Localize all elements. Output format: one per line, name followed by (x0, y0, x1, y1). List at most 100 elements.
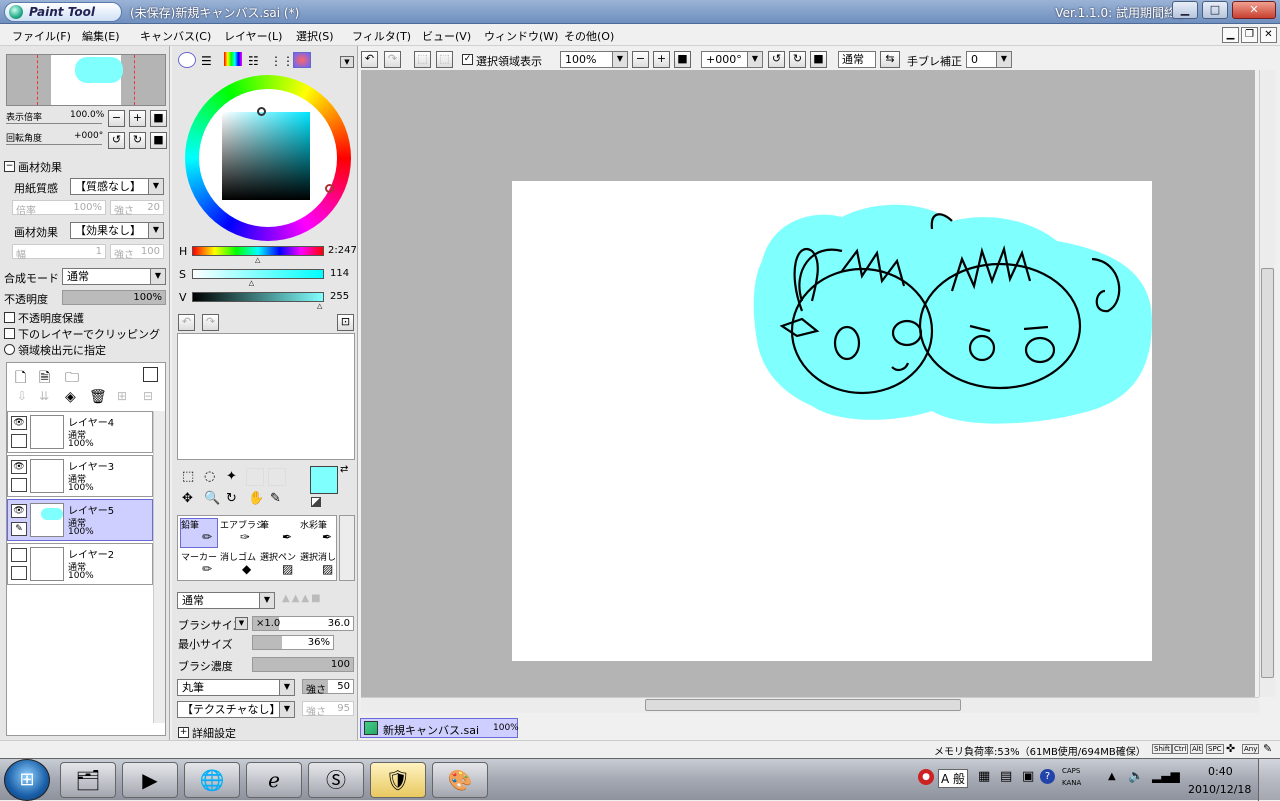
mdi-minimize-button[interactable]: ▁ (1222, 27, 1239, 43)
scratchpad[interactable] (177, 333, 355, 460)
network-taskbar-icon[interactable]: 🌐 (184, 762, 240, 798)
rotate-right-button[interactable]: ↻ (129, 132, 146, 149)
scratch-menu-button[interactable]: ⊡ (337, 314, 354, 331)
texture-strength-slider[interactable]: 強さ 20 (110, 200, 164, 217)
zoom-out-button[interactable]: − (108, 110, 125, 127)
help-icon[interactable]: ? (1040, 769, 1055, 784)
layer-item-selected[interactable]: 👁 ✎ レイヤー5 通常 100% (7, 499, 153, 541)
zoom-in-button[interactable]: + (129, 110, 146, 127)
tool-scrollbar[interactable] (339, 515, 355, 581)
paper-effect-select[interactable]: 【効果なし】 ▼ (70, 222, 164, 239)
network-signal-icon[interactable]: ▂▄▆ (1152, 769, 1180, 783)
brush-mode-select[interactable]: 通常 ▼ (177, 592, 275, 609)
move-icon[interactable]: ✥ (182, 491, 193, 506)
layer-item[interactable]: レイヤー2 通常 100% (7, 543, 153, 585)
lock-toggle[interactable] (11, 434, 27, 448)
mdi-restore-button[interactable]: ❐ (1241, 27, 1258, 43)
horizontal-scrollbar[interactable] (361, 697, 1259, 713)
advanced-settings-label[interactable]: 詳細設定 (192, 725, 236, 741)
color-rgb-tab[interactable]: ☰ (201, 54, 212, 68)
saturation-value-square[interactable] (222, 107, 310, 200)
ie-taskbar-icon[interactable]: ℯ (246, 762, 302, 798)
hand-icon[interactable]: ✋ (248, 491, 264, 506)
canvas-blend-select[interactable]: 通常 (838, 51, 876, 68)
menu-filter[interactable]: フィルタ(T) (352, 28, 411, 44)
color-swatch-tab[interactable]: ⋮⋮ (270, 54, 294, 68)
brush-shape-select[interactable]: 丸筆 ▼ (177, 679, 295, 696)
color-wheel-tab[interactable] (178, 52, 196, 68)
eye-icon[interactable]: 👁 (11, 460, 27, 474)
horizontal-scroll-thumb[interactable] (645, 699, 961, 711)
lock-toggle[interactable] (11, 566, 27, 580)
canvas-tab[interactable]: 新規キャンバス.sai 100% (360, 718, 519, 738)
paper-texture-select[interactable]: 【質感なし】 ▼ (70, 178, 164, 195)
rotation-slider[interactable] (6, 144, 102, 145)
canvas-zoom-select[interactable]: 100% ▼ (560, 51, 628, 68)
hue-slider[interactable]: △ (192, 246, 324, 264)
eyedropper-icon[interactable]: ✎ (270, 491, 281, 506)
stabilizer-select[interactable]: 0 ▼ (966, 51, 1012, 68)
show-desktop-button[interactable] (1258, 759, 1280, 801)
skype-taskbar-icon[interactable]: Ⓢ (308, 762, 364, 798)
new-linked-layer-icon[interactable]: 🗎 (39, 367, 50, 391)
rotate-reset-button[interactable]: ■ (150, 132, 167, 149)
pencil-icon[interactable]: ✎ (11, 522, 27, 536)
minimize-button[interactable]: ▁ (1172, 1, 1198, 19)
scratchpad-tab[interactable] (293, 52, 311, 68)
collapse-icon[interactable]: − (4, 161, 15, 172)
layer-item[interactable]: 👁 レイヤー4 通常 100% (7, 411, 153, 453)
magic-wand-icon[interactable]: ✦ (226, 469, 237, 484)
primary-color-swatch[interactable] (310, 466, 338, 494)
layer-item[interactable]: 👁 レイヤー3 通常 100% (7, 455, 153, 497)
sai-taskbar-icon[interactable]: 🎨 (432, 762, 488, 798)
new-folder-icon[interactable]: 🗀 (65, 367, 79, 391)
flatten-icon[interactable]: ⊞ (117, 389, 127, 403)
windows-start-icon[interactable]: ⊞ (4, 759, 50, 801)
saturation-slider[interactable]: △ (192, 269, 324, 287)
transfer-down-icon[interactable]: ⇩ (17, 389, 27, 403)
undo-color-button[interactable]: ↶ (178, 314, 195, 331)
chevron-down-icon[interactable]: ▼ (235, 617, 248, 630)
flip-canvas-button[interactable]: ⇆ (880, 51, 900, 68)
value-slider[interactable]: △ (192, 292, 324, 310)
redo-button[interactable]: ↷ (384, 51, 401, 68)
effect-width-slider[interactable]: 幅1 (12, 244, 106, 261)
brush-shape-presets[interactable]: ▲▲▲■ (282, 593, 354, 609)
tool-tray-icon[interactable]: ▤ (1000, 769, 1012, 784)
brush-density-slider[interactable]: 100 (252, 657, 354, 672)
panel-menu-icon[interactable]: ▼ (340, 56, 354, 68)
texture-scale-slider[interactable]: 倍率 100% (12, 200, 106, 217)
texture-strength2-slider[interactable]: 強さ 95 (302, 701, 354, 718)
invert-select-button[interactable]: ⬚ (436, 51, 453, 68)
mdi-close-button[interactable]: ✕ (1260, 27, 1277, 43)
new-layer-icon[interactable]: 🗋 (15, 367, 26, 391)
tray-expand-icon[interactable]: ▲ (1108, 771, 1116, 782)
color-hsv-tab[interactable]: ☷ (248, 54, 259, 68)
settings-tray-icon[interactable]: ▣ (1022, 769, 1034, 784)
menu-edit[interactable]: 編集(E) (82, 28, 120, 44)
zoom-reset-button[interactable]: ■ (150, 110, 167, 127)
opacity-slider[interactable]: 100% (62, 290, 166, 305)
menu-other[interactable]: その他(O) (564, 28, 614, 44)
effect-strength-slider[interactable]: 強さ 100 (110, 244, 164, 261)
clock-time[interactable]: 0:40 (1208, 765, 1233, 778)
merge-down-icon[interactable]: ⇊ (39, 389, 49, 403)
rect-select-icon[interactable]: ⬚ (182, 469, 194, 484)
undo-button[interactable]: ↶ (361, 51, 378, 68)
eye-icon[interactable]: 👁 (11, 416, 27, 430)
deselect-button[interactable]: ⬚ (414, 51, 431, 68)
redo-color-button[interactable]: ↷ (202, 314, 219, 331)
rotate-left-button[interactable]: ↺ (108, 132, 125, 149)
layer-scrollbar[interactable] (153, 411, 165, 723)
lock-toggle[interactable] (11, 478, 27, 492)
dictionary-icon[interactable]: ▦ (978, 769, 990, 784)
canvas-rotate-reset-button[interactable]: ■ (810, 51, 827, 68)
layer-props-icon[interactable]: ⊟ (143, 389, 153, 403)
clip-below-checkbox[interactable] (4, 328, 15, 339)
eye-icon[interactable]: 👁 (11, 504, 27, 518)
vertical-scrollbar[interactable] (1259, 70, 1275, 697)
expand-icon[interactable]: + (178, 727, 189, 738)
brush-size-slider[interactable]: ×1.0 36.0 (252, 616, 354, 631)
menu-window[interactable]: ウィンドウ(W) (484, 28, 558, 44)
shape-strength-slider[interactable]: 強さ 50 (302, 679, 354, 696)
